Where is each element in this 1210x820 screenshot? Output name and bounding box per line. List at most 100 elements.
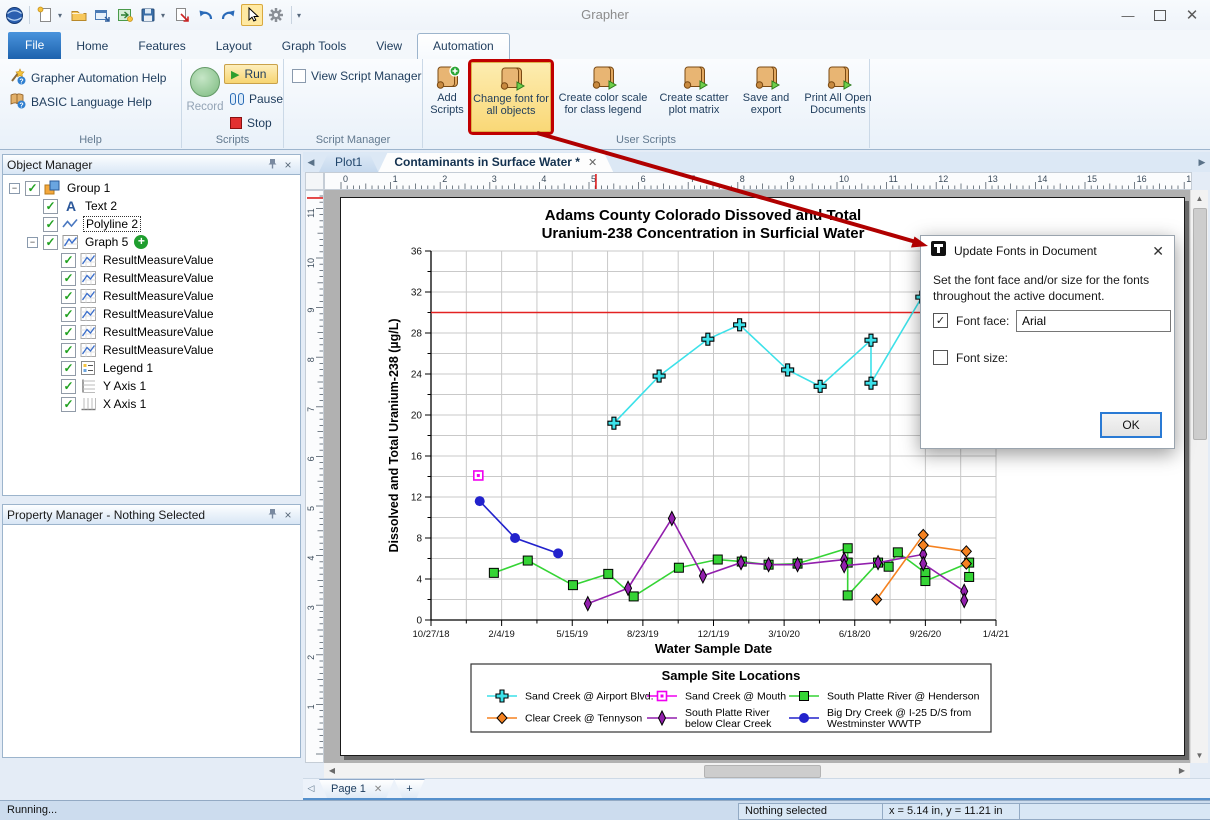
add-plot-badge-icon[interactable]: + [134, 235, 148, 249]
tree-checkbox[interactable]: ✓ [61, 253, 76, 268]
horizontal-scrollbar[interactable]: ◀ ▶ [324, 763, 1190, 778]
tree-item-graph-5[interactable]: −✓ Graph 5 + [5, 233, 300, 251]
close-panel-icon[interactable]: × [280, 508, 296, 522]
tree-item-resultmeasurevalue[interactable]: ✓ ResultMeasureValue [5, 287, 300, 305]
user-script-print-all-open-documents[interactable]: Print All Open Documents [799, 62, 877, 130]
pause-button[interactable]: Pause [224, 90, 289, 108]
page-tab-page-1[interactable]: Page 1✕ [319, 779, 394, 798]
page-tab-scroll-left-icon[interactable]: ◁ [303, 779, 319, 797]
toolbar-overflow-icon[interactable]: ▾ [297, 11, 305, 20]
close-tab-icon[interactable]: ✕ [588, 157, 597, 169]
tree-checkbox[interactable]: ✓ [43, 235, 58, 250]
tree-item-resultmeasurevalue[interactable]: ✓ ResultMeasureValue [5, 269, 300, 287]
document-tab-plot1[interactable]: Plot1 [319, 153, 378, 172]
tab-automation[interactable]: Automation [417, 33, 510, 59]
options-gear-icon[interactable] [266, 5, 286, 25]
document-tab-contaminants-in-surface-water[interactable]: Contaminants in Surface Water *✕ [378, 153, 613, 172]
tree-item-label[interactable]: X Axis 1 [101, 397, 148, 411]
tree-expander-icon[interactable]: − [27, 237, 38, 248]
new-dropdown-icon[interactable]: ▾ [58, 11, 66, 20]
tree-item-label[interactable]: ResultMeasureValue [101, 253, 216, 267]
import-icon[interactable] [115, 5, 135, 25]
dialog-title-bar[interactable]: Update Fonts in Document ✕ [921, 236, 1174, 266]
redo-icon[interactable] [218, 5, 238, 25]
tree-item-label[interactable]: ResultMeasureValue [101, 307, 216, 321]
font-face-checkbox[interactable]: ✓ [933, 313, 948, 328]
dialog-close-icon[interactable]: ✕ [1152, 243, 1164, 260]
tab-view[interactable]: View [361, 33, 417, 59]
tree-item-label[interactable]: ResultMeasureValue [101, 271, 216, 285]
save-dropdown-icon[interactable]: ▾ [161, 11, 169, 20]
tree-checkbox[interactable]: ✓ [43, 199, 58, 214]
scroll-left-icon[interactable]: ◀ [324, 763, 340, 778]
tab-scroll-left-icon[interactable]: ◀ [303, 152, 319, 172]
vscroll-thumb[interactable] [1193, 208, 1207, 440]
tab-features[interactable]: Features [123, 33, 200, 59]
tree-item-y-axis-1[interactable]: ✓ Y Axis 1 [5, 377, 300, 395]
run-button[interactable]: ▶Run [224, 64, 278, 84]
tree-item-resultmeasurevalue[interactable]: ✓ ResultMeasureValue [5, 323, 300, 341]
horizontal-ruler[interactable]: 01234567891011121314151617 [324, 172, 1192, 190]
tree-expander-icon[interactable]: − [9, 183, 20, 194]
grapher-logo-icon[interactable] [4, 5, 24, 25]
record-button[interactable] [190, 67, 220, 97]
font-face-input[interactable] [1016, 310, 1171, 332]
tree-item-label[interactable]: Text 2 [83, 199, 119, 213]
view-script-manager-checkbox[interactable]: View Script Manager [292, 69, 422, 83]
ok-button[interactable]: OK [1100, 412, 1162, 438]
export-icon[interactable] [172, 5, 192, 25]
minimize-button[interactable]: — [1114, 6, 1142, 24]
tree-item-label[interactable]: Group 1 [65, 181, 112, 195]
tab-layout[interactable]: Layout [201, 33, 267, 59]
tree-item-text-2[interactable]: ✓AText 2 [5, 197, 300, 215]
grapher-automation-help-button[interactable]: ? Grapher Automation Help [8, 67, 166, 88]
tab-home[interactable]: Home [61, 33, 123, 59]
tab-graph-tools[interactable]: Graph Tools [267, 33, 361, 59]
tree-item-label[interactable]: Polyline 2 [83, 216, 141, 232]
tree-item-group-1[interactable]: −✓ Group 1 [5, 179, 300, 197]
tree-item-legend-1[interactable]: ✓Legend 1 [5, 359, 300, 377]
tree-checkbox[interactable]: ✓ [25, 181, 40, 196]
tree-checkbox[interactable]: ✓ [43, 217, 58, 232]
tree-item-label[interactable]: Y Axis 1 [101, 379, 148, 393]
tree-checkbox[interactable]: ✓ [61, 343, 76, 358]
tree-item-label[interactable]: ResultMeasureValue [101, 325, 216, 339]
scroll-right-icon[interactable]: ▶ [1174, 763, 1190, 778]
tree-checkbox[interactable]: ✓ [61, 325, 76, 340]
new-window-icon[interactable] [92, 5, 112, 25]
scroll-up-icon[interactable]: ▲ [1191, 190, 1208, 206]
tree-item-label[interactable]: ResultMeasureValue [101, 289, 216, 303]
page-tab-[interactable]: + [394, 779, 424, 798]
scroll-down-icon[interactable]: ▼ [1191, 747, 1208, 763]
stop-button[interactable]: Stop [224, 114, 278, 132]
close-button[interactable]: ✕ [1178, 6, 1206, 24]
tree-checkbox[interactable]: ✓ [61, 379, 76, 394]
new-document-icon[interactable] [35, 5, 55, 25]
tree-checkbox[interactable]: ✓ [61, 289, 76, 304]
basic-language-help-button[interactable]: ? BASIC Language Help [8, 91, 152, 112]
user-script-create-scatter-plot-matrix[interactable]: Create scatter plot matrix [655, 62, 733, 130]
tree-checkbox[interactable]: ✓ [61, 307, 76, 322]
tab-file[interactable]: File [8, 32, 61, 59]
pointer-tool-icon[interactable] [241, 4, 263, 26]
tree-checkbox[interactable]: ✓ [61, 361, 76, 376]
tree-checkbox[interactable]: ✓ [61, 271, 76, 286]
vertical-scrollbar[interactable]: ▲ ▼ [1190, 190, 1208, 763]
user-script-change-font-for-all-objects[interactable]: Change font for all objects [471, 62, 551, 132]
tree-checkbox[interactable]: ✓ [61, 397, 76, 412]
tree-item-resultmeasurevalue[interactable]: ✓ ResultMeasureValue [5, 305, 300, 323]
vertical-ruler[interactable]: 1234567891011 [305, 190, 324, 763]
tree-item-resultmeasurevalue[interactable]: ✓ ResultMeasureValue [5, 251, 300, 269]
user-script-save-and-export[interactable]: Save and export [735, 62, 797, 130]
user-script-create-color-scale-for-class-legend[interactable]: Create color scale for class legend [553, 62, 653, 130]
font-size-checkbox[interactable] [933, 350, 948, 365]
tree-item-label[interactable]: ResultMeasureValue [101, 343, 216, 357]
pin-icon[interactable] [264, 508, 280, 522]
tab-scroll-right-icon[interactable]: ▶ [1194, 152, 1210, 172]
tree-item-label[interactable]: Graph 5 [83, 235, 130, 249]
user-script-add-scripts[interactable]: Add Scripts [425, 62, 469, 130]
hscroll-thumb[interactable] [704, 765, 821, 778]
tree-item-x-axis-1[interactable]: ✓ X Axis 1 [5, 395, 300, 413]
open-icon[interactable] [69, 5, 89, 25]
undo-icon[interactable] [195, 5, 215, 25]
